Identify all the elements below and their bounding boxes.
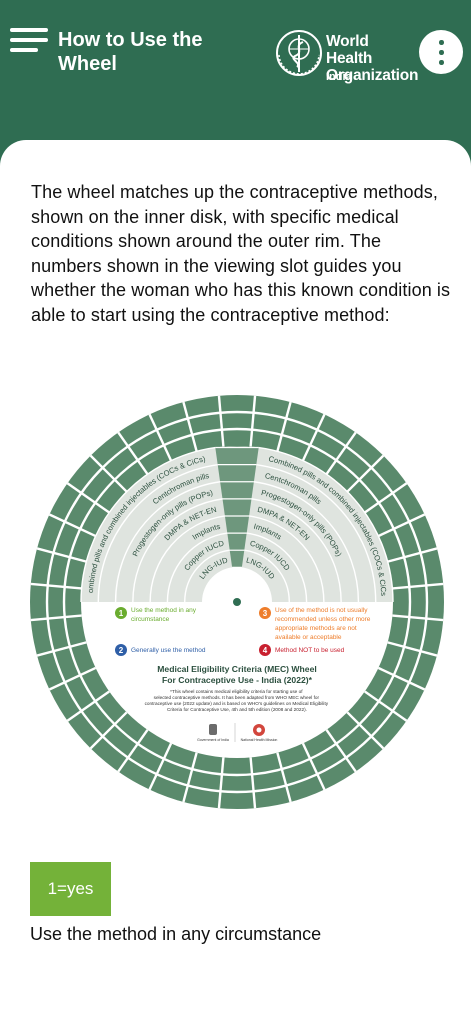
legend-number-2: 2 [119,646,124,655]
org-country: India [326,71,352,83]
mec-wheel[interactable]: Combined pills and combined injectables … [30,395,444,809]
more-vertical-icon [439,40,444,45]
wheel-pivot [233,598,241,606]
legend-text-4: Method NOT to be used [275,647,345,654]
nhm-logo-label: National Health Mission [241,738,278,742]
wheel-title-line1: Medical Eligibility Criteria (MEC) Wheel [157,664,317,674]
legend-number-1: 1 [119,609,124,618]
yes-description: Use the method in any circumstance [30,924,322,944]
wheel-title-line2: For Contraceptive Use - India (2022)* [162,675,313,685]
intro-paragraph: The wheel matches up the contraceptive m… [31,182,451,325]
who-emblem-icon [276,30,322,76]
legend-text-2: Generally use the method [131,647,206,654]
yes-badge: 1=yes [30,862,111,916]
hamburger-menu-icon[interactable] [8,26,50,58]
more-options-button[interactable] [419,30,463,74]
page-title: How to Use the Wheel [58,29,203,75]
legend-number-4: 4 [263,646,268,655]
wheel-footnote: *This wheel contains medical eligibility… [145,689,330,712]
legend-number-3: 3 [263,609,268,618]
gov-logo-label: Government of India [197,738,229,742]
more-vertical-icon-dot [439,50,444,55]
more-vertical-icon-dot [439,60,444,65]
